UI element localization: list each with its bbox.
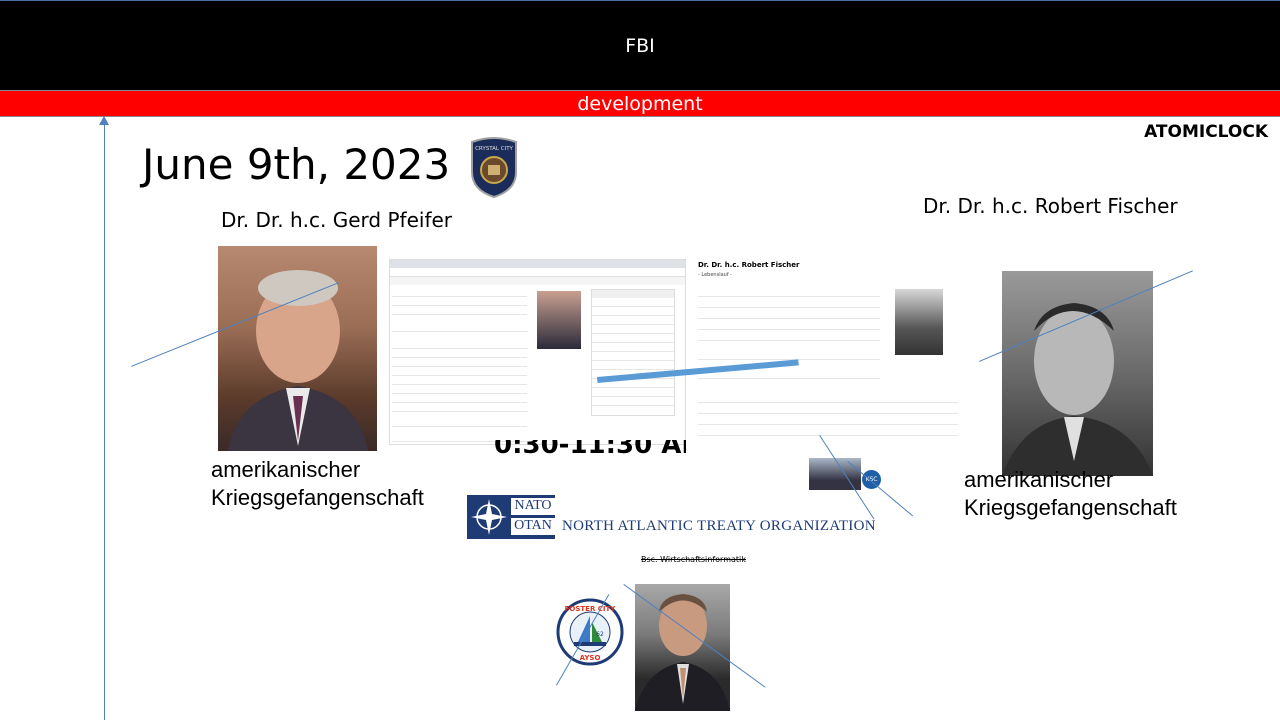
development-banner: development — [0, 90, 1280, 117]
nato-logo: NATO OTAN — [467, 495, 555, 539]
crystal-city-text: CRYSTAL CITY — [475, 146, 513, 152]
left-caption-line1: amerikanischer — [211, 457, 361, 482]
portrait-robert-fischer — [1002, 271, 1153, 476]
nato-text: NATO — [511, 498, 555, 515]
header-bar: FBI — [0, 0, 1280, 90]
foster-city-top-text: FOSTER CITY — [565, 605, 617, 613]
right-caption: amerikanischer Kriegsgefangenschaft — [964, 466, 1177, 522]
atomiclock-label: ATOMICLOCK — [1144, 122, 1268, 142]
otan-text: OTAN — [511, 518, 555, 535]
vertical-arrow-line — [104, 118, 105, 720]
nato-compass-icon — [471, 499, 507, 535]
bsc-label: Bsc. Wirtschaftsinformatik — [641, 555, 746, 564]
nato-org-name: NORTH ATLANTIC TREATY ORGANIZATION — [562, 518, 876, 534]
portrait-gerd-pfeifer — [218, 246, 377, 451]
browser-screenshot-pfeifer — [389, 259, 686, 445]
header-title: FBI — [625, 35, 655, 57]
right-caption-line1: amerikanischer — [964, 467, 1114, 492]
doc-subtitle: - Lebenslauf - — [698, 272, 732, 278]
left-caption: amerikanischer Kriegsgefangenschaft — [211, 456, 424, 512]
left-caption-line2: Kriegsgefangenschaft — [211, 485, 424, 510]
foster-city-ayso-logo: FOSTER CITY AYSO 62 — [556, 598, 624, 666]
arrow-head-icon — [99, 116, 109, 125]
right-caption-line2: Kriegsgefangenschaft — [964, 495, 1177, 520]
left-person-name: Dr. Dr. h.c. Gerd Pfeifer — [221, 208, 453, 232]
foster-city-number: 62 — [596, 631, 604, 638]
foster-city-bottom-text: AYSO — [580, 654, 601, 662]
crystal-city-badge: CRYSTAL CITY — [469, 136, 519, 199]
partial-time-text: 0:30-11:30 AM — [494, 440, 686, 460]
doc-title: Dr. Dr. h.c. Robert Fischer — [698, 261, 800, 269]
banner-label: development — [577, 93, 703, 115]
right-person-name: Dr. Dr. h.c. Robert Fischer — [923, 194, 1178, 218]
document-screenshot-fischer: Dr. Dr. h.c. Robert Fischer - Lebenslauf… — [694, 254, 959, 446]
page-date: June 9th, 2023 — [142, 140, 451, 189]
